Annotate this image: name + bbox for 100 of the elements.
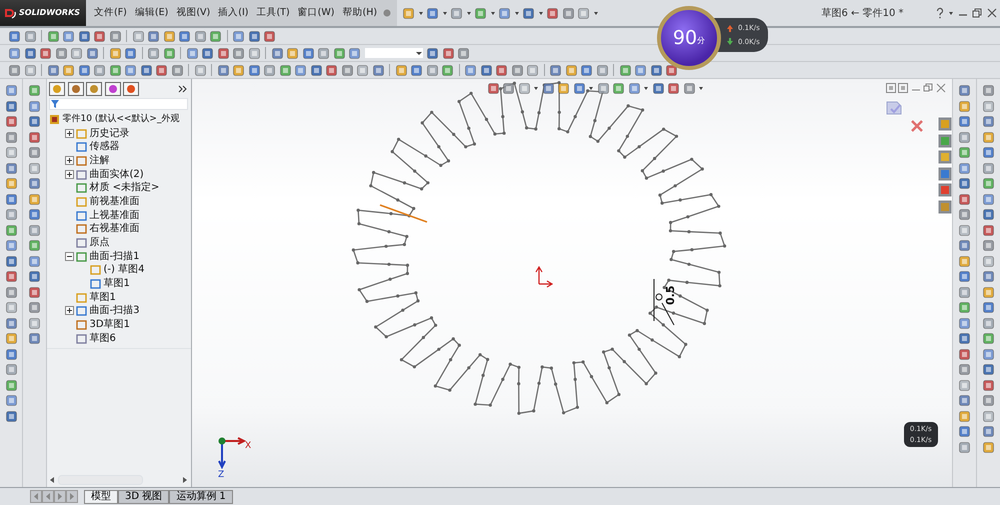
tool-icon[interactable] bbox=[270, 46, 284, 60]
tool-icon[interactable] bbox=[286, 46, 299, 60]
menu-item[interactable]: 帮助(H) bbox=[338, 6, 382, 20]
tree-item[interactable]: (-) 草图4 bbox=[104, 262, 144, 278]
tool-icon[interactable] bbox=[982, 254, 995, 268]
tool-icon[interactable] bbox=[162, 46, 176, 60]
menu-item[interactable]: 视图(V) bbox=[172, 6, 214, 20]
tool-icon[interactable] bbox=[426, 6, 440, 20]
tool-icon[interactable] bbox=[628, 82, 641, 95]
tool-icon[interactable] bbox=[457, 46, 470, 60]
tool-icon[interactable] bbox=[28, 162, 41, 174]
tool-icon[interactable] bbox=[652, 82, 665, 95]
tool-icon[interactable] bbox=[170, 64, 184, 76]
tool-icon[interactable] bbox=[70, 46, 83, 60]
tool-icon[interactable] bbox=[596, 64, 608, 76]
tool-icon[interactable] bbox=[8, 46, 21, 60]
tool-icon[interactable] bbox=[982, 192, 995, 206]
tool-icon[interactable] bbox=[982, 301, 995, 314]
tool-icon[interactable] bbox=[4, 100, 18, 112]
task-pane-tab-icon[interactable] bbox=[938, 134, 952, 148]
tool-icon[interactable] bbox=[108, 46, 122, 60]
tool-icon[interactable] bbox=[28, 270, 41, 283]
panel-tab-icon[interactable] bbox=[86, 82, 102, 96]
tool-icon[interactable] bbox=[958, 425, 971, 438]
tool-icon[interactable] bbox=[958, 208, 971, 221]
tool-icon[interactable] bbox=[982, 130, 995, 144]
tab-nav-icon[interactable] bbox=[30, 490, 42, 503]
tool-icon[interactable] bbox=[486, 82, 500, 95]
tool-icon[interactable] bbox=[4, 146, 18, 159]
tool-icon[interactable] bbox=[86, 46, 98, 60]
tool-icon[interactable] bbox=[209, 30, 222, 42]
tool-icon[interactable] bbox=[348, 46, 361, 60]
tool-icon[interactable] bbox=[263, 64, 276, 76]
tool-icon[interactable] bbox=[340, 64, 354, 76]
close-icon[interactable] bbox=[986, 7, 998, 19]
tree-item[interactable]: 传感器 bbox=[90, 139, 120, 154]
menu-item[interactable]: 文件(F) bbox=[90, 6, 131, 20]
tool-icon[interactable] bbox=[263, 30, 276, 42]
tool-icon[interactable] bbox=[372, 64, 384, 76]
tool-icon[interactable] bbox=[4, 130, 18, 144]
tool-icon[interactable] bbox=[155, 64, 168, 76]
tool-icon[interactable] bbox=[4, 84, 18, 97]
bottom-tab[interactable]: 运动算例 1 bbox=[169, 490, 233, 504]
tool-icon[interactable] bbox=[28, 316, 41, 330]
tool-icon[interactable] bbox=[982, 84, 995, 97]
panel-tab-icon[interactable] bbox=[104, 82, 120, 96]
tool-icon[interactable] bbox=[232, 30, 245, 42]
tool-icon[interactable] bbox=[28, 224, 41, 236]
tool-icon[interactable] bbox=[93, 30, 106, 42]
tool-icon[interactable] bbox=[958, 363, 971, 376]
tool-icon[interactable] bbox=[108, 64, 122, 76]
tool-icon[interactable] bbox=[958, 286, 971, 298]
tool-icon[interactable] bbox=[4, 192, 18, 206]
tool-icon[interactable] bbox=[510, 64, 524, 76]
tool-icon[interactable] bbox=[498, 6, 512, 20]
scroll-right-icon[interactable] bbox=[182, 476, 188, 484]
tool-icon[interactable] bbox=[54, 46, 68, 60]
tool-icon[interactable] bbox=[124, 46, 137, 60]
tree-item[interactable]: 曲面-扫描1 bbox=[90, 248, 140, 264]
tool-icon[interactable] bbox=[982, 162, 995, 174]
tool-icon[interactable] bbox=[562, 6, 575, 20]
expand-icon[interactable] bbox=[64, 128, 74, 138]
tool-icon[interactable] bbox=[356, 64, 369, 76]
bottom-tab[interactable]: 3D 视图 bbox=[118, 490, 170, 504]
tool-icon[interactable] bbox=[4, 410, 18, 422]
tree-item[interactable]: 历史记录 bbox=[90, 126, 130, 141]
tool-icon[interactable] bbox=[46, 30, 60, 42]
tool-icon[interactable] bbox=[982, 208, 995, 221]
expand-icon[interactable] bbox=[64, 170, 74, 179]
tool-icon[interactable] bbox=[248, 64, 260, 76]
tool-icon[interactable] bbox=[162, 30, 176, 42]
tool-icon[interactable] bbox=[4, 363, 18, 376]
tree-item[interactable]: 注解 bbox=[90, 152, 110, 168]
tool-icon[interactable] bbox=[248, 30, 260, 42]
tool-icon[interactable] bbox=[958, 177, 971, 190]
tool-icon[interactable] bbox=[28, 332, 41, 345]
tool-icon[interactable] bbox=[108, 30, 122, 42]
tree-item[interactable]: 草图1 bbox=[90, 290, 116, 305]
tool-icon[interactable] bbox=[958, 100, 971, 112]
tool-icon[interactable] bbox=[982, 224, 995, 236]
tool-icon[interactable] bbox=[480, 64, 492, 76]
tool-icon[interactable] bbox=[216, 46, 230, 60]
tool-icon[interactable] bbox=[442, 46, 454, 60]
task-pane-tab-icon[interactable] bbox=[938, 200, 952, 214]
tool-icon[interactable] bbox=[958, 378, 971, 392]
tool-icon[interactable] bbox=[542, 82, 555, 95]
tool-icon[interactable] bbox=[4, 224, 18, 236]
tree-item[interactable]: 材质 <未指定> bbox=[90, 180, 160, 196]
tree-item[interactable]: 前视基准面 bbox=[90, 194, 140, 209]
tool-icon[interactable] bbox=[24, 46, 36, 60]
tool-icon[interactable] bbox=[958, 270, 971, 283]
panel-tab-icon[interactable] bbox=[68, 82, 84, 96]
tool-icon[interactable] bbox=[526, 64, 539, 76]
tool-icon[interactable] bbox=[24, 64, 36, 76]
viewport-icon[interactable] bbox=[886, 83, 896, 93]
close-icon[interactable] bbox=[936, 83, 946, 93]
tool-icon[interactable] bbox=[302, 46, 314, 60]
tool-icon[interactable] bbox=[580, 64, 593, 76]
tool-icon[interactable] bbox=[982, 394, 995, 407]
tool-icon[interactable] bbox=[4, 301, 18, 314]
